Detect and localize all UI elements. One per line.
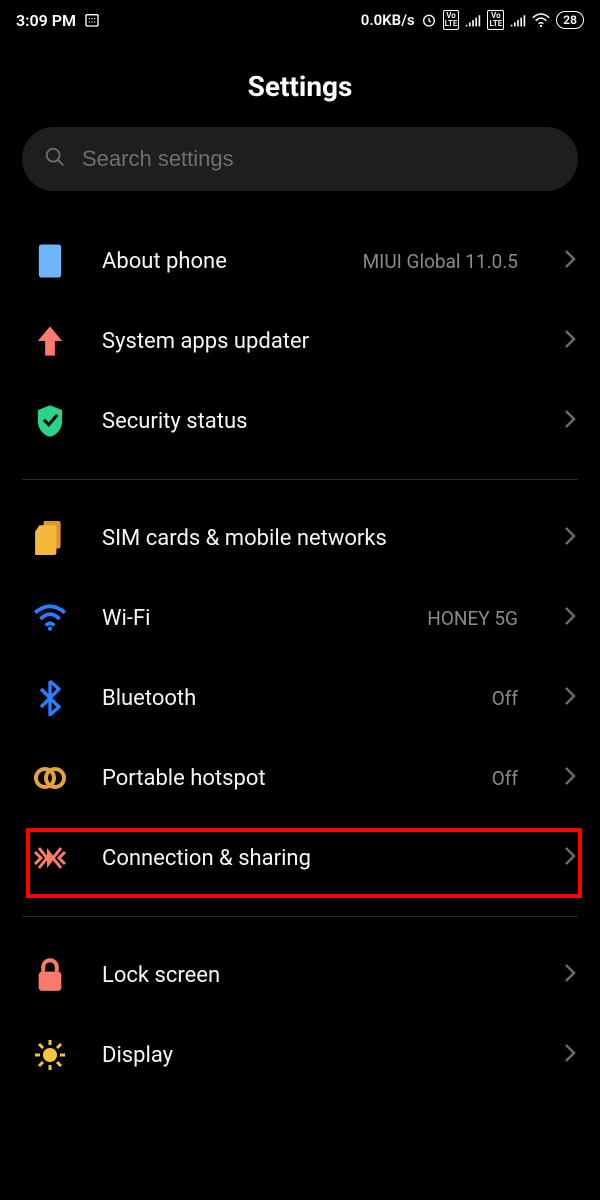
row-label: Lock screen bbox=[102, 963, 530, 988]
row-label: Bluetooth bbox=[102, 686, 458, 711]
signal-icon-2 bbox=[510, 13, 526, 27]
bluetooth-icon bbox=[32, 680, 68, 716]
row-lock-screen[interactable]: Lock screen bbox=[0, 935, 600, 1015]
alarm-icon bbox=[421, 12, 437, 28]
search-container bbox=[22, 127, 578, 191]
row-value: Off bbox=[492, 767, 518, 790]
chevron-right-icon bbox=[564, 329, 576, 353]
row-label: Wi-Fi bbox=[102, 606, 393, 631]
battery-indicator: 28 bbox=[556, 11, 584, 29]
status-left: 3:09 PM bbox=[16, 11, 100, 30]
row-value: Off bbox=[492, 687, 518, 710]
net-speed: 0.0KB/s bbox=[361, 11, 415, 29]
chevron-right-icon bbox=[564, 526, 576, 550]
row-value: MIUI Global 11.0.5 bbox=[363, 250, 518, 273]
lock-icon bbox=[32, 957, 68, 993]
row-label: Display bbox=[102, 1043, 530, 1068]
phone-icon bbox=[32, 243, 68, 279]
shield-check-icon bbox=[32, 403, 68, 439]
row-value: HONEY 5G bbox=[427, 607, 518, 630]
wifi-settings-icon bbox=[32, 600, 68, 636]
sim-icon bbox=[32, 520, 68, 556]
chevron-right-icon bbox=[564, 606, 576, 630]
chevron-right-icon bbox=[564, 686, 576, 710]
status-bar: 3:09 PM 0.0KB/s VoLTE VoLTE 28 bbox=[0, 0, 600, 40]
chevron-right-icon bbox=[564, 409, 576, 433]
row-label: Portable hotspot bbox=[102, 766, 458, 791]
search-box[interactable] bbox=[22, 127, 578, 191]
connection-sharing-icon bbox=[32, 840, 68, 876]
hotspot-icon bbox=[32, 760, 68, 796]
divider bbox=[22, 479, 578, 480]
status-right: 0.0KB/s VoLTE VoLTE 28 bbox=[361, 10, 584, 30]
volte-badge-1: VoLTE bbox=[443, 10, 460, 30]
row-connection-sharing[interactable]: Connection & sharing bbox=[0, 818, 600, 898]
chevron-right-icon bbox=[564, 963, 576, 987]
arrow-up-icon bbox=[32, 323, 68, 359]
row-bluetooth[interactable]: Bluetooth Off bbox=[0, 658, 600, 738]
chevron-right-icon bbox=[564, 249, 576, 273]
divider bbox=[22, 916, 578, 917]
wifi-icon bbox=[532, 13, 550, 27]
search-icon bbox=[44, 146, 66, 172]
row-sim-cards[interactable]: SIM cards & mobile networks bbox=[0, 498, 600, 578]
calendar-icon bbox=[84, 12, 100, 28]
settings-list: About phone MIUI Global 11.0.5 System ap… bbox=[0, 221, 600, 1095]
page-title: Settings bbox=[0, 40, 600, 127]
row-label: SIM cards & mobile networks bbox=[102, 526, 530, 551]
row-about-phone[interactable]: About phone MIUI Global 11.0.5 bbox=[0, 221, 600, 301]
chevron-right-icon bbox=[564, 1043, 576, 1067]
row-label: Connection & sharing bbox=[102, 846, 530, 871]
search-input[interactable] bbox=[82, 146, 556, 172]
chevron-right-icon bbox=[564, 766, 576, 790]
row-label: About phone bbox=[102, 249, 329, 274]
chevron-right-icon bbox=[564, 846, 576, 870]
signal-icon-1 bbox=[465, 13, 481, 27]
row-label: Security status bbox=[102, 409, 530, 434]
volte-badge-2: VoLTE bbox=[487, 10, 504, 30]
row-security-status[interactable]: Security status bbox=[0, 381, 600, 461]
row-portable-hotspot[interactable]: Portable hotspot Off bbox=[0, 738, 600, 818]
row-display[interactable]: Display bbox=[0, 1015, 600, 1095]
row-label: System apps updater bbox=[102, 329, 530, 354]
display-brightness-icon bbox=[32, 1037, 68, 1073]
row-system-updater[interactable]: System apps updater bbox=[0, 301, 600, 381]
status-time: 3:09 PM bbox=[16, 11, 76, 30]
row-wifi[interactable]: Wi-Fi HONEY 5G bbox=[0, 578, 600, 658]
